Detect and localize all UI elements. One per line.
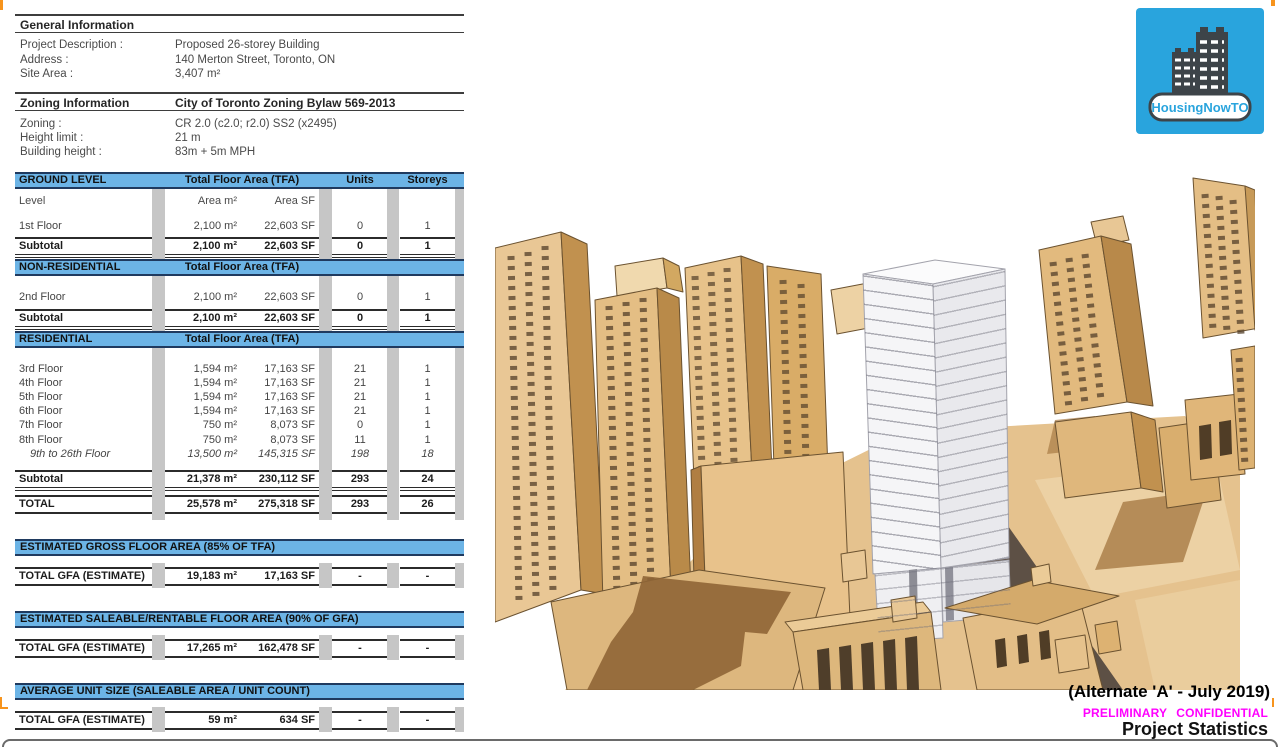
address-value: 140 Merton Street, Toronto, ON xyxy=(175,53,335,67)
zoning-label: Zoning : xyxy=(20,117,62,131)
artifact-mark xyxy=(0,0,3,10)
column-separator xyxy=(455,707,464,732)
column-separator xyxy=(455,635,464,660)
artifact-mark xyxy=(0,707,8,709)
column-separator xyxy=(152,348,165,520)
tfa-header: Total Floor Area (TFA) xyxy=(165,333,319,346)
bottom-section-box xyxy=(2,739,1278,747)
column-separator xyxy=(319,707,332,732)
zoning-info-title: Zoning Information xyxy=(20,96,129,110)
zoning-value: CR 2.0 (c2.0; r2.0) SS2 (x2495) xyxy=(175,117,337,131)
section-label: NON-RESIDENTIAL xyxy=(15,261,152,274)
height-limit-value: 21 m xyxy=(175,131,201,145)
column-separator xyxy=(387,189,399,259)
column-separator xyxy=(387,635,399,660)
column-separator xyxy=(152,707,165,732)
project-statistics-sheet: General Information Project Description … xyxy=(0,0,1280,747)
address-label: Address : xyxy=(20,53,69,67)
city-render xyxy=(495,170,1255,690)
storeys-header: Storeys xyxy=(400,174,455,187)
site-area-value: 3,407 m² xyxy=(175,67,220,81)
zoning-bylaw-value: City of Toronto Zoning Bylaw 569-2013 xyxy=(175,96,395,110)
info-row: Height limit : 21 m xyxy=(15,131,464,145)
tfa-header: Total Floor Area (TFA) xyxy=(165,261,319,274)
column-separator xyxy=(455,563,464,588)
summary-header-bar: ESTIMATED SALEABLE/RENTABLE FLOOR AREA (… xyxy=(15,611,464,628)
general-info-header: General Information xyxy=(15,14,464,33)
project-description-label: Project Description : xyxy=(20,38,123,52)
column-separator xyxy=(387,348,399,520)
tfa-header: Total Floor Area (TFA) xyxy=(165,174,319,187)
info-row: Address : 140 Merton Street, Toronto, ON xyxy=(15,53,464,67)
site-area-label: Site Area : xyxy=(20,67,73,81)
column-separator xyxy=(319,276,332,331)
section-label: GROUND LEVEL xyxy=(15,174,152,187)
column-separator xyxy=(455,189,464,259)
city-render-illustration xyxy=(495,170,1255,690)
column-separator xyxy=(455,348,464,520)
general-info-title: General Information xyxy=(20,18,134,32)
height-limit-label: Height limit : xyxy=(20,131,83,145)
column-separator xyxy=(152,563,165,588)
buildings-icon: HousingNowTO xyxy=(1136,8,1264,134)
column-separator xyxy=(319,348,332,520)
section-bar-residential: RESIDENTIAL Total Floor Area (TFA) xyxy=(15,331,464,348)
confidential-stamp: PRELIMINARY CONFIDENTIAL xyxy=(1083,706,1268,720)
column-separator xyxy=(319,635,332,660)
level-header: Level xyxy=(15,194,152,209)
area-m2-header: Area m² xyxy=(165,194,241,209)
column-separator xyxy=(152,635,165,660)
info-row: Project Description : Proposed 26-storey… xyxy=(15,38,464,52)
zoning-info-header: Zoning Information City of Toronto Zonin… xyxy=(15,92,464,111)
summary-header-bar: AVERAGE UNIT SIZE (SALEABLE AREA / UNIT … xyxy=(15,683,464,700)
logo-text: HousingNowTO xyxy=(1151,100,1248,115)
column-separator xyxy=(319,189,332,259)
column-separator xyxy=(319,563,332,588)
project-description-value: Proposed 26-storey Building xyxy=(175,38,319,52)
section-bar-non-residential: NON-RESIDENTIAL Total Floor Area (TFA) xyxy=(15,259,464,276)
info-row: Zoning : CR 2.0 (c2.0; r2.0) SS2 (x2495) xyxy=(15,117,464,131)
summary-header-bar: ESTIMATED GROSS FLOOR AREA (85% OF TFA) xyxy=(15,539,464,556)
section-bar-ground-level: GROUND LEVEL Total Floor Area (TFA) Unit… xyxy=(15,172,464,189)
building-height-label: Building height : xyxy=(20,145,102,159)
context-buildings-left xyxy=(495,232,691,622)
confidential-label: CONFIDENTIAL xyxy=(1176,706,1268,720)
building-height-value: 83m + 5m MPH xyxy=(175,145,255,159)
info-row: Building height : 83m + 5m MPH xyxy=(15,145,464,159)
column-separator xyxy=(152,276,165,331)
column-separator xyxy=(455,276,464,331)
artifact-mark xyxy=(1272,698,1274,707)
column-separator xyxy=(387,276,399,331)
area-sf-header: Area SF xyxy=(241,194,319,209)
section-label: RESIDENTIAL xyxy=(15,333,152,346)
units-header: Units xyxy=(332,174,388,187)
preliminary-stamp: PRELIMINARY xyxy=(1083,706,1167,720)
column-separator xyxy=(152,189,165,259)
footer-alternate-label: (Alternate 'A' - July 2019) xyxy=(1068,682,1270,702)
column-separator xyxy=(387,563,399,588)
housingnowto-logo: HousingNowTO xyxy=(1136,8,1264,134)
artifact-mark xyxy=(1271,0,1275,6)
info-row: Site Area : 3,407 m² xyxy=(15,67,464,81)
column-separator xyxy=(387,707,399,732)
report-title: Project Statistics xyxy=(1122,719,1268,740)
